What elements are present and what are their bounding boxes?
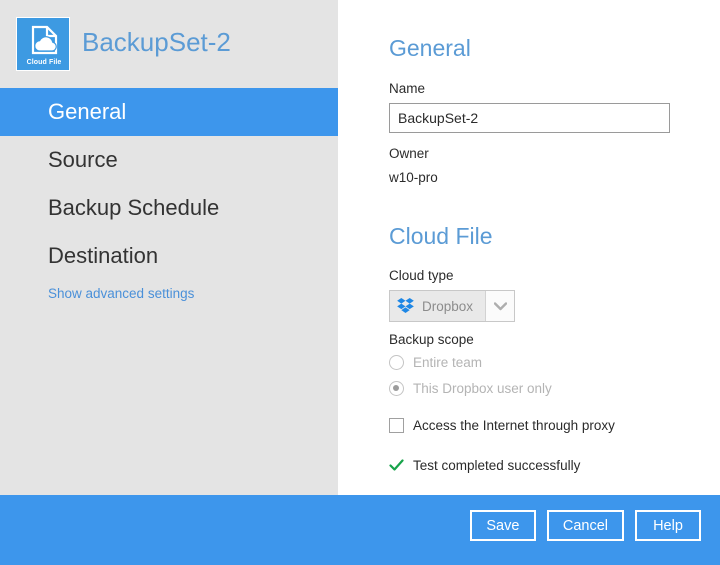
sidebar-item-backup-schedule[interactable]: Backup Schedule <box>0 184 338 232</box>
show-advanced-settings-link[interactable]: Show advanced settings <box>48 286 194 301</box>
settings-panel: General Name Owner w10-pro Cloud File Cl… <box>338 0 720 495</box>
sidebar: Cloud File BackupSet-2 General Source Ba… <box>0 0 338 495</box>
checkbox-icon[interactable] <box>389 418 404 433</box>
sidebar-nav: General Source Backup Schedule Destinati… <box>0 88 338 280</box>
chevron-down-glyph <box>493 301 507 310</box>
radio-label: This Dropbox user only <box>413 381 552 396</box>
test-status: Test completed successfully <box>389 458 580 473</box>
radio-label: Entire team <box>413 355 483 370</box>
radio-entire-team[interactable]: Entire team <box>389 355 482 370</box>
section-title-general: General <box>389 35 471 61</box>
section-title-cloud-file: Cloud File <box>389 223 493 249</box>
name-label: Name <box>389 81 426 96</box>
sidebar-item-label: General <box>48 99 127 124</box>
proxy-checkbox-label: Access the Internet through proxy <box>413 418 615 433</box>
owner-value: w10-pro <box>389 170 438 185</box>
sidebar-item-label: Backup Schedule <box>48 195 220 220</box>
sidebar-item-label: Destination <box>48 243 159 268</box>
name-input[interactable] <box>389 103 670 133</box>
cloud-file-glyph <box>31 25 58 55</box>
cloud-type-select[interactable]: Dropbox <box>389 290 516 322</box>
footer-button-group: Save Cancel Help <box>469 510 701 541</box>
sidebar-item-source[interactable]: Source <box>0 136 338 184</box>
cloud-file-icon-caption: Cloud File <box>26 59 62 66</box>
dropbox-icon <box>390 291 420 321</box>
backup-scope-label: Backup scope <box>389 332 474 347</box>
radio-this-dropbox-user-only[interactable]: This Dropbox user only <box>389 381 552 396</box>
cloud-type-value: Dropbox <box>422 298 474 314</box>
backup-set-settings-window: Cloud File BackupSet-2 General Source Ba… <box>0 0 720 565</box>
owner-label: Owner <box>389 146 429 161</box>
check-mark-icon <box>389 458 404 473</box>
sidebar-item-destination[interactable]: Destination <box>0 232 338 280</box>
cloud-type-label: Cloud type <box>389 268 454 283</box>
chevron-down-icon[interactable] <box>485 291 515 321</box>
radio-icon-selected <box>389 381 404 396</box>
sidebar-item-general[interactable]: General <box>0 88 338 136</box>
save-button[interactable]: Save <box>469 510 536 541</box>
page-title: BackupSet-2 <box>82 27 231 57</box>
proxy-checkbox-row[interactable]: Access the Internet through proxy <box>389 418 615 433</box>
cloud-file-icon: Cloud File <box>16 17 70 71</box>
check-mark-glyph <box>389 459 404 471</box>
footer-bar: Save Cancel Help <box>0 495 720 565</box>
sidebar-item-label: Source <box>48 147 118 172</box>
help-button[interactable]: Help <box>635 510 701 541</box>
brand-header: Cloud File BackupSet-2 <box>0 0 338 88</box>
dropbox-glyph <box>396 298 414 313</box>
test-status-text: Test completed successfully <box>413 458 581 473</box>
cancel-button[interactable]: Cancel <box>546 510 624 541</box>
radio-icon <box>389 355 404 370</box>
